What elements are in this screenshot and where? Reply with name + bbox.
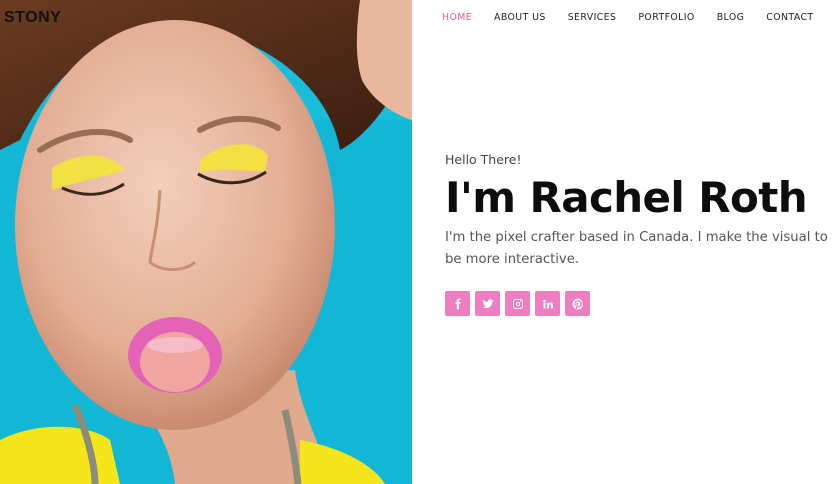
instagram-button[interactable] bbox=[505, 291, 530, 317]
pinterest-button[interactable] bbox=[565, 291, 590, 317]
hero-bio: I'm the pixel crafter based in Canada. I… bbox=[445, 230, 828, 268]
social-links bbox=[445, 291, 836, 317]
twitter-button[interactable] bbox=[475, 291, 500, 317]
nav-portfolio[interactable]: PORTFOLIO bbox=[638, 12, 694, 23]
greeting-text: Hello There! bbox=[445, 152, 522, 167]
nav-home[interactable]: HOME bbox=[442, 12, 472, 23]
linkedin-button[interactable] bbox=[535, 291, 560, 317]
site-logo[interactable]: STONY bbox=[4, 9, 61, 27]
hero-photo bbox=[0, 0, 412, 484]
nav-about-us[interactable]: ABOUT US bbox=[494, 12, 546, 23]
facebook-button[interactable] bbox=[445, 291, 470, 317]
facebook-icon bbox=[455, 298, 461, 310]
twitter-icon bbox=[482, 299, 493, 308]
main-nav: HOME ABOUT US SERVICES PORTFOLIO BLOG CO… bbox=[442, 12, 814, 23]
hero-name: I'm Rachel Roth bbox=[445, 173, 808, 222]
linkedin-icon bbox=[542, 299, 553, 309]
pinterest-icon bbox=[572, 298, 583, 310]
nav-blog[interactable]: BLOG bbox=[717, 12, 745, 23]
nav-services[interactable]: SERVICES bbox=[568, 12, 617, 23]
instagram-icon bbox=[512, 298, 523, 309]
hero-intro: Hello There! I'm Rachel Roth I'm the pix… bbox=[445, 152, 836, 317]
nav-contact[interactable]: CONTACT bbox=[766, 12, 813, 23]
